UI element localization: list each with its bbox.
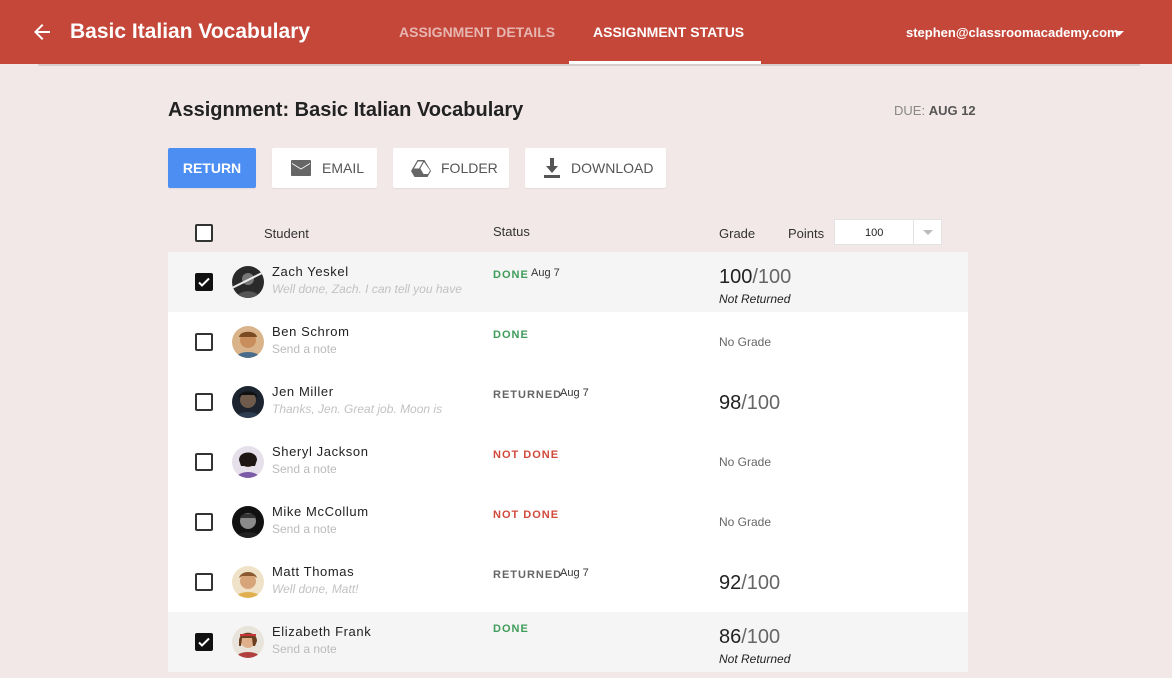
status-label: DONE — [493, 269, 529, 281]
drive-icon — [411, 160, 431, 177]
chevron-down-icon[interactable] — [923, 230, 933, 235]
points-label: Points — [788, 226, 825, 241]
return-button-label: RETURN — [182, 160, 242, 176]
row-checkbox[interactable] — [195, 273, 213, 291]
status-date: Aug 7 — [531, 267, 560, 279]
send-note-link[interactable]: Send a note — [272, 522, 337, 536]
grade-out-of: /100 — [752, 266, 792, 288]
mail-icon — [291, 160, 311, 176]
private-note[interactable]: Well done, Matt! — [272, 582, 358, 596]
student-column-header: Student — [264, 226, 309, 241]
status-label: NOT DONE — [493, 509, 560, 521]
row-checkbox[interactable] — [195, 513, 213, 531]
points-select[interactable]: 100 — [834, 219, 942, 245]
download-button-label: DOWNLOAD — [571, 160, 654, 176]
grade-score: 98 — [719, 392, 742, 414]
avatar — [232, 266, 264, 298]
return-button[interactable]: RETURN — [168, 148, 256, 188]
table-row[interactable]: Jen Miller Thanks, Jen. Great job. Moon … — [168, 372, 968, 432]
grade-status: Not Returned — [719, 652, 791, 666]
student-name[interactable]: Jen Miller — [272, 384, 334, 399]
grade-value[interactable]: 98/100 — [719, 392, 780, 415]
page-title: Assignment: Basic Italian Vocabulary — [168, 99, 524, 121]
send-note-link[interactable]: Send a note — [272, 342, 337, 356]
grade-score: 86 — [719, 626, 742, 648]
row-checkbox[interactable] — [195, 453, 213, 471]
student-name[interactable]: Elizabeth Frank — [272, 624, 371, 639]
private-note[interactable]: Thanks, Jen. Great job. Moon is — [272, 402, 442, 416]
row-checkbox[interactable] — [195, 333, 213, 351]
grade-out-of: /100 — [741, 626, 781, 648]
avatar — [232, 626, 264, 658]
no-grade-label[interactable]: No Grade — [719, 335, 771, 349]
select-all-checkbox[interactable] — [195, 224, 213, 242]
grade-score: 92 — [719, 572, 742, 594]
folder-button[interactable]: FOLDER — [393, 148, 509, 188]
grade-score: 100 — [719, 266, 753, 288]
points-value: 100 — [865, 227, 884, 239]
status-label: RETURNED — [493, 389, 563, 401]
avatar — [232, 506, 264, 538]
table-row[interactable]: Elizabeth Frank Send a note DONE 86/100 … — [168, 612, 968, 672]
email-button-label: EMAIL — [322, 160, 365, 176]
folder-button-label: FOLDER — [441, 160, 498, 176]
account-menu[interactable]: stephen@classroomacademy.com — [906, 25, 1119, 40]
divider — [913, 220, 914, 244]
avatar — [232, 446, 264, 478]
status-label: NOT DONE — [493, 449, 560, 461]
tab-assignment-status[interactable]: ASSIGNMENT STATUS — [593, 24, 744, 40]
app-title: Basic Italian Vocabulary — [70, 20, 311, 43]
status-label: DONE — [493, 623, 529, 635]
status-column-header: Status — [493, 224, 530, 239]
student-name[interactable]: Zach Yeskel — [272, 264, 349, 279]
status-date: Aug 7 — [560, 567, 589, 579]
status-date: Aug 7 — [560, 387, 589, 399]
table-row[interactable]: Zach Yeskel Well done, Zach. I can tell … — [168, 252, 968, 312]
avatar — [232, 566, 264, 598]
table-row[interactable]: Sheryl Jackson Send a note NOT DONE No G… — [168, 432, 968, 492]
row-checkbox[interactable] — [195, 633, 213, 651]
avatar — [232, 386, 264, 418]
table-row[interactable]: Ben Schrom Send a note DONE No Grade — [168, 312, 968, 372]
grade-out-of: /100 — [741, 572, 781, 594]
email-button[interactable]: EMAIL — [272, 148, 377, 188]
table-header: Student Status Grade Points 100 — [168, 214, 968, 252]
status-label: RETURNED — [493, 569, 563, 581]
tab-assignment-details[interactable]: ASSIGNMENT DETAILS — [399, 24, 555, 40]
student-name[interactable]: Sheryl Jackson — [272, 444, 369, 459]
arrow-back-icon[interactable] — [30, 20, 54, 44]
grade-value[interactable]: 92/100 — [719, 572, 780, 595]
caret-down-icon[interactable] — [1114, 31, 1124, 36]
download-button[interactable]: DOWNLOAD — [525, 148, 666, 188]
download-icon — [544, 158, 560, 178]
send-note-link[interactable]: Send a note — [272, 462, 337, 476]
student-name[interactable]: Matt Thomas — [272, 564, 354, 579]
student-name[interactable]: Mike McCollum — [272, 504, 369, 519]
grade-status: Not Returned — [719, 292, 791, 306]
due-date: DUE: AUG 12 — [894, 103, 976, 118]
row-checkbox[interactable] — [195, 573, 213, 591]
status-label: DONE — [493, 329, 529, 341]
avatar — [232, 326, 264, 358]
app-bar: Basic Italian Vocabulary ASSIGNMENT DETA… — [0, 0, 1172, 64]
grade-value[interactable]: 100/100 — [719, 266, 791, 289]
divider — [38, 64, 1140, 66]
table-row[interactable]: Matt Thomas Well done, Matt! RETURNED Au… — [168, 552, 968, 612]
grade-value[interactable]: 86/100 — [719, 626, 780, 649]
send-note-link[interactable]: Send a note — [272, 642, 337, 656]
student-name[interactable]: Ben Schrom — [272, 324, 350, 339]
due-date-value: AUG 12 — [928, 103, 976, 118]
row-checkbox[interactable] — [195, 393, 213, 411]
table-row[interactable]: Mike McCollum Send a note NOT DONE No Gr… — [168, 492, 968, 552]
no-grade-label[interactable]: No Grade — [719, 515, 771, 529]
grade-column-header: Grade — [719, 226, 756, 241]
due-label: DUE: — [894, 103, 926, 118]
grade-out-of: /100 — [741, 392, 781, 414]
no-grade-label[interactable]: No Grade — [719, 455, 771, 469]
private-note[interactable]: Well done, Zach. I can tell you have — [272, 282, 462, 296]
